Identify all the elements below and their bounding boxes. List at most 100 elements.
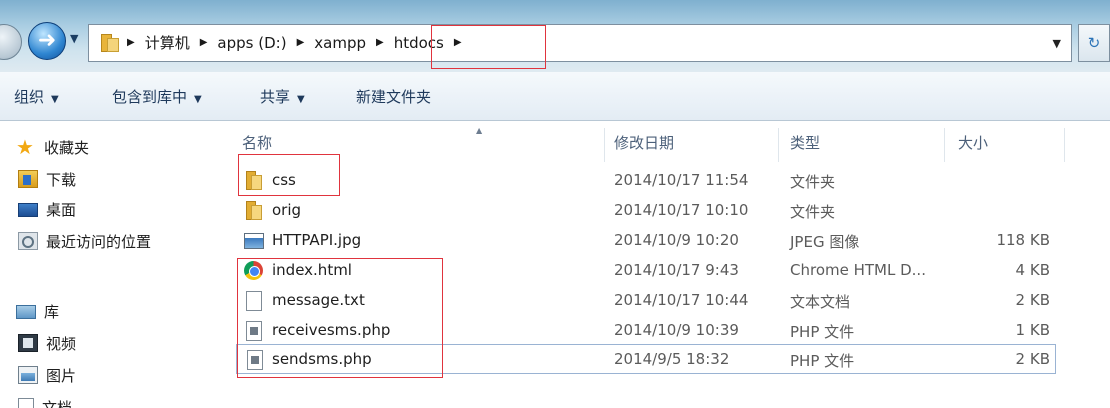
nav-item-recent-places[interactable]: 最近访问的位置 [18,228,151,254]
file-name: css [272,171,296,189]
file-name: index.html [272,261,352,279]
nav-libraries[interactable]: 库 [16,298,59,324]
nav-item-label: 最近访问的位置 [46,232,152,251]
file-name: HTTPAPI.jpg [272,231,362,249]
column-header-size[interactable]: 大小 [958,128,988,162]
file-list: ▲ 名称 修改日期 类型 大小 css 2014/10/17 11:54 文件夹… [218,122,1110,408]
desktop-icon [18,203,38,217]
nav-favorites[interactable]: ★ 收藏夹 [16,134,89,160]
nav-item-label: 文档 [42,398,73,408]
file-date: 2014/9/5 18:32 [614,350,730,368]
include-in-library-button[interactable]: 包含到库中 ▼ [112,86,202,107]
refresh-button[interactable]: ↻ [1078,24,1110,62]
file-type: 文件夹 [790,173,836,191]
file-size: 118 KB [996,231,1050,249]
breadcrumb-separator-icon[interactable]: ▶ [297,37,305,48]
nav-item-documents[interactable]: 文档 [18,394,72,408]
download-folder-icon [18,170,38,188]
recent-places-icon [18,232,38,250]
nav-item-label: 视频 [46,334,77,353]
folder-icon [244,171,264,191]
file-name: receivesms.php [272,321,391,339]
new-folder-label: 新建文件夹 [356,88,432,106]
arrow-right-icon: ➜ [37,28,57,53]
chevron-down-icon: ▼ [51,94,59,105]
address-breadcrumb[interactable]: ▶ 计算机 ▶ apps (D:) ▶ xampp ▶ htdocs ▶ ▼ [88,24,1072,62]
file-date: 2014/10/17 11:54 [614,171,749,189]
file-type: Chrome HTML D... [790,261,926,279]
breadcrumb-separator-icon[interactable]: ▶ [454,37,462,48]
breadcrumb-xampp[interactable]: xampp [314,34,366,52]
php-file-icon [247,350,263,370]
file-row-css[interactable]: css 2014/10/17 11:54 文件夹 [236,166,1110,196]
sort-ascending-icon: ▲ [476,126,483,135]
file-name: sendsms.php [272,350,372,368]
recent-pages-dropdown-icon[interactable]: ▼ [70,32,78,45]
address-bar-area: ➜ ▼ ▶ 计算机 ▶ apps (D:) ▶ xampp ▶ htdocs ▶… [0,0,1110,72]
file-type: 文本文档 [790,293,851,311]
chevron-down-icon: ▼ [194,94,202,105]
command-toolbar: 组织 ▼ 包含到库中 ▼ 共享 ▼ 新建文件夹 [0,72,1110,121]
nav-favorites-label: 收藏夹 [44,138,90,157]
file-size: 2 KB [1015,350,1050,368]
pictures-icon [18,366,38,384]
folder-icon [244,201,264,221]
forward-button[interactable]: ➜ [28,22,66,60]
file-type: PHP 文件 [790,323,855,341]
column-header-type[interactable]: 类型 [790,128,820,162]
file-type: PHP 文件 [790,352,855,370]
column-divider[interactable] [604,128,605,162]
file-type: JPEG 图像 [790,233,860,251]
file-row-message-txt[interactable]: message.txt 2014/10/17 10:44 文本文档 2 KB [236,286,1110,316]
column-divider[interactable] [778,128,779,162]
organize-button[interactable]: 组织 ▼ [14,86,59,107]
breadcrumb-separator-icon[interactable]: ▶ [376,37,384,48]
nav-item-label: 桌面 [46,200,77,219]
share-label: 共享 [260,88,291,106]
address-dropdown-icon[interactable]: ▼ [1053,37,1061,50]
text-file-icon [246,291,262,311]
chevron-down-icon: ▼ [297,94,305,105]
column-divider[interactable] [944,128,945,162]
video-icon [18,334,38,352]
file-date: 2014/10/17 10:10 [614,201,749,219]
file-row-httpapi-jpg[interactable]: HTTPAPI.jpg 2014/10/9 10:20 JPEG 图像 118 … [236,226,1110,256]
new-folder-button[interactable]: 新建文件夹 [356,86,431,107]
file-date: 2014/10/9 10:39 [614,321,739,339]
file-size: 4 KB [1015,261,1050,279]
file-date: 2014/10/17 9:43 [614,261,739,279]
file-row-index-html[interactable]: index.html 2014/10/17 9:43 Chrome HTML D… [236,256,1110,286]
file-name: message.txt [272,291,365,309]
nav-item-videos[interactable]: 视频 [18,330,76,356]
nav-item-downloads[interactable]: 下载 [18,166,76,192]
file-date: 2014/10/9 10:20 [614,231,739,249]
file-row-sendsms-php[interactable]: sendsms.php 2014/9/5 18:32 PHP 文件 2 KB [236,344,1056,374]
library-icon [16,305,36,319]
file-row-receivesms-php[interactable]: receivesms.php 2014/10/9 10:39 PHP 文件 1 … [236,316,1110,346]
documents-icon [18,398,34,408]
column-header-date[interactable]: 修改日期 [614,128,674,162]
share-button[interactable]: 共享 ▼ [260,86,305,107]
breadcrumb-separator-icon[interactable]: ▶ [127,37,135,48]
back-button[interactable] [0,24,22,60]
nav-item-desktop[interactable]: 桌面 [18,196,76,222]
nav-item-pictures[interactable]: 图片 [18,362,76,388]
navigation-pane: ★ 收藏夹 下载 桌面 最近访问的位置 库 视频 图片 文档 [0,122,218,408]
breadcrumb-apps-drive[interactable]: apps (D:) [217,34,286,52]
include-library-label: 包含到库中 [112,88,188,106]
breadcrumb-separator-icon[interactable]: ▶ [200,37,208,48]
refresh-icon: ↻ [1087,34,1101,52]
folder-icon [101,34,121,52]
chrome-html-icon [244,261,263,280]
file-size: 2 KB [1015,291,1050,309]
file-row-orig[interactable]: orig 2014/10/17 10:10 文件夹 [236,196,1110,226]
nav-item-label: 下载 [46,170,77,189]
file-type: 文件夹 [790,203,836,221]
image-file-icon [244,233,264,249]
breadcrumb-htdocs[interactable]: htdocs [394,34,444,52]
column-header-name[interactable]: 名称 [242,128,272,162]
star-icon: ★ [16,135,34,159]
breadcrumb-computer[interactable]: 计算机 [145,32,190,53]
column-divider[interactable] [1064,128,1065,162]
php-file-icon [246,321,262,341]
